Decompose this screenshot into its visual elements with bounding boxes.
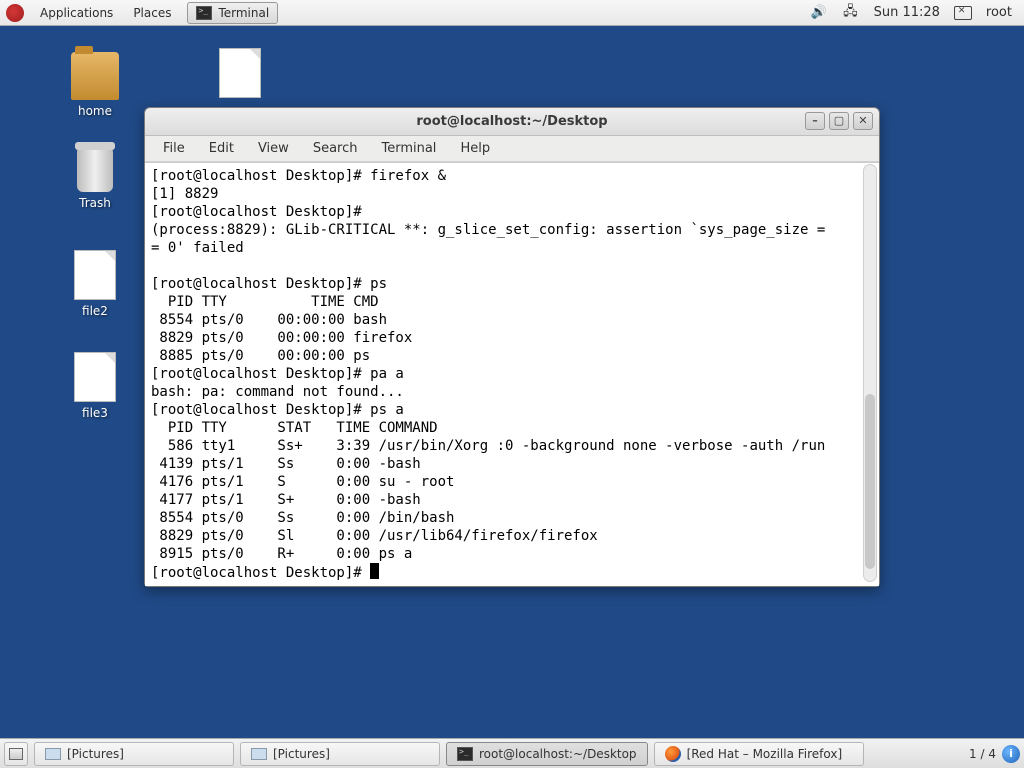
task-pictures-1[interactable]: [Pictures] <box>34 742 234 766</box>
menu-search[interactable]: Search <box>303 139 368 158</box>
file-icon <box>74 352 116 402</box>
icon-label: home <box>55 104 135 118</box>
scrollbar-thumb[interactable] <box>865 394 875 569</box>
info-icon[interactable]: i <box>1002 745 1020 763</box>
menu-edit[interactable]: Edit <box>199 139 244 158</box>
icon-label: file3 <box>55 406 135 420</box>
volume-icon[interactable]: 🔊 <box>811 5 827 20</box>
top-panel: Applications Places Terminal 🔊 🖧 Sun 11:… <box>0 0 1024 26</box>
task-label: root@localhost:~/Desktop <box>479 747 637 761</box>
window-menubar: File Edit View Search Terminal Help <box>145 136 879 162</box>
task-label: [Red Hat – Mozilla Firefox] <box>687 747 843 761</box>
desktop-icon-trash[interactable]: Trash <box>55 148 135 210</box>
minimize-button[interactable]: – <box>805 112 825 130</box>
task-terminal[interactable]: root@localhost:~/Desktop <box>446 742 648 766</box>
user-label[interactable]: root <box>986 5 1012 20</box>
terminal-icon <box>196 6 212 20</box>
menu-view[interactable]: View <box>248 139 299 158</box>
menu-help[interactable]: Help <box>450 139 500 158</box>
task-label: [Pictures] <box>273 747 330 761</box>
menu-applications[interactable]: Applications <box>30 6 123 20</box>
close-button[interactable]: ✕ <box>853 112 873 130</box>
file-icon <box>219 48 261 98</box>
menu-places[interactable]: Places <box>123 6 181 20</box>
desktop-icon-file3[interactable]: file3 <box>55 352 135 420</box>
window-title: root@localhost:~/Desktop <box>416 114 607 129</box>
show-desktop-button[interactable] <box>4 742 28 766</box>
scrollbar[interactable] <box>863 164 877 582</box>
image-icon <box>45 748 61 760</box>
toppanel-task-terminal[interactable]: Terminal <box>187 2 278 24</box>
menu-file[interactable]: File <box>153 139 195 158</box>
desktop-icon-file2[interactable]: file2 <box>55 250 135 318</box>
icon-label: file2 <box>55 304 135 318</box>
logout-icon[interactable] <box>954 6 972 20</box>
terminal-output[interactable]: [root@localhost Desktop]# firefox & [1] … <box>145 162 879 586</box>
trash-icon <box>77 148 113 192</box>
firefox-icon <box>665 746 681 762</box>
window-titlebar[interactable]: root@localhost:~/Desktop – ▢ ✕ <box>145 108 879 136</box>
maximize-button[interactable]: ▢ <box>829 112 849 130</box>
distro-icon <box>6 4 24 22</box>
file-icon <box>74 250 116 300</box>
task-label: [Pictures] <box>67 747 124 761</box>
network-icon[interactable]: 🖧 <box>843 2 858 24</box>
terminal-window[interactable]: root@localhost:~/Desktop – ▢ ✕ File Edit… <box>144 107 880 587</box>
desktop-icon-home[interactable]: home <box>55 52 135 118</box>
task-firefox[interactable]: [Red Hat – Mozilla Firefox] <box>654 742 864 766</box>
folder-icon <box>71 52 119 100</box>
task-pictures-2[interactable]: [Pictures] <box>240 742 440 766</box>
terminal-icon <box>457 747 473 761</box>
icon-label: Trash <box>55 196 135 210</box>
toppanel-task-label: Terminal <box>218 6 269 20</box>
clock[interactable]: Sun 11:28 <box>874 5 940 20</box>
image-icon <box>251 748 267 760</box>
desktop-icon-unnamed[interactable] <box>200 48 280 102</box>
workspace-indicator[interactable]: 1 / 4 <box>969 747 996 761</box>
menu-terminal[interactable]: Terminal <box>371 139 446 158</box>
bottom-panel: [Pictures] [Pictures] root@localhost:~/D… <box>0 738 1024 768</box>
